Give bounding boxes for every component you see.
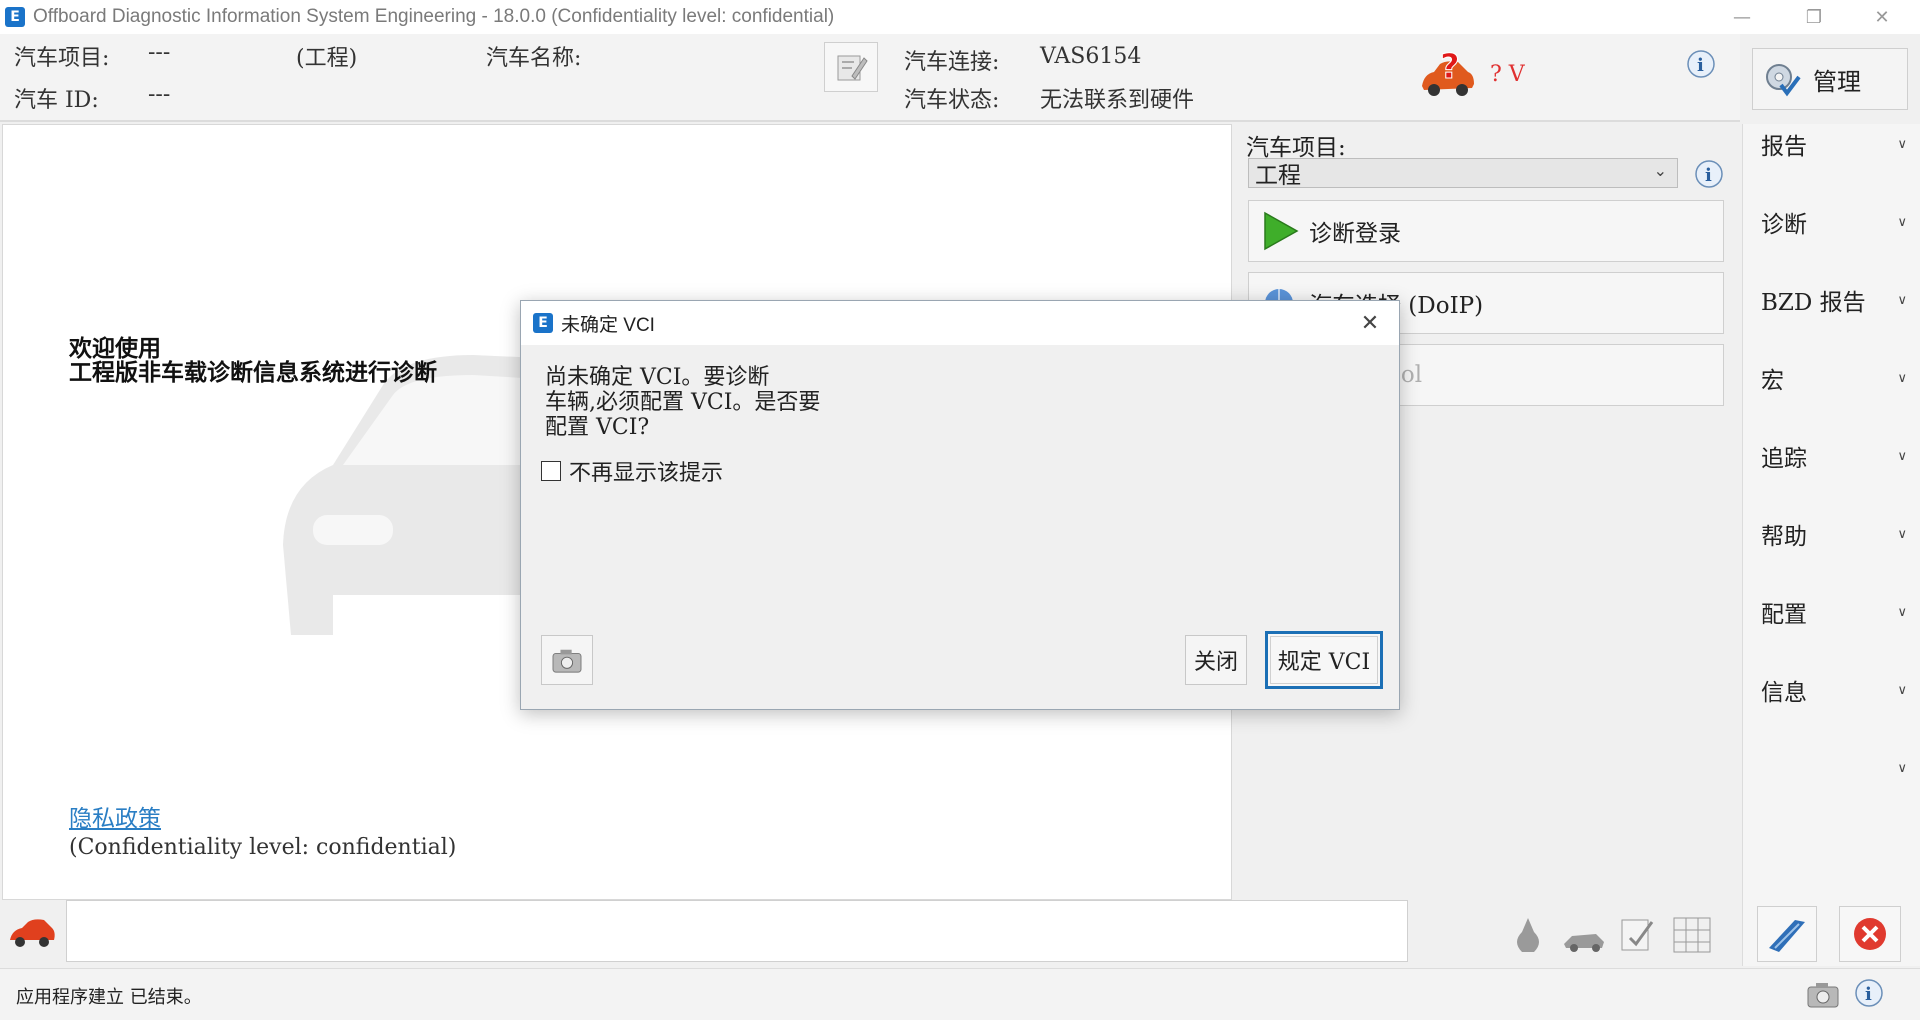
sidebar-item-config[interactable]: 配置 ∨ <box>1743 592 1920 632</box>
title-bar: E Offboard Diagnostic Information System… <box>0 0 1920 34</box>
sidebar-item-reports[interactable]: 报告 ∨ <box>1743 124 1920 164</box>
edit-vehicle-button[interactable] <box>824 42 878 92</box>
vehicle-status-value: 无法联系到硬件 <box>1040 88 1195 113</box>
project-select[interactable]: 工程 ⌄ <box>1248 158 1678 189</box>
dialog-message-line: 配置 VCI? <box>545 415 650 440</box>
wrench-icon <box>1769 920 1805 952</box>
status-bar: 应用程序建立 已结束。 i <box>0 968 1920 1020</box>
tools-button[interactable] <box>1757 906 1817 962</box>
dialog-message-line: 尚未确定 VCI。要诊断 <box>545 365 770 390</box>
app-logo-icon: E <box>533 313 553 333</box>
sidebar-item-label: 报告 <box>1761 134 1807 160</box>
dialog-message: 尚未确定 VCI。要诊断 车辆,必须配置 VCI。是否要 配置 VCI? <box>545 365 965 440</box>
dont-show-again-label: 不再显示该提示 <box>569 461 724 486</box>
vehicle-name-label: 汽车名称: <box>486 46 582 71</box>
project-label: 汽车项目: <box>14 46 110 71</box>
command-input[interactable] <box>66 900 1408 962</box>
close-icon[interactable]: ✕ <box>1353 307 1387 339</box>
sidebar-item-diagnosis[interactable]: 诊断 ∨ <box>1743 202 1920 242</box>
screenshot-button[interactable] <box>541 635 593 685</box>
checklist-icon[interactable] <box>1616 912 1660 956</box>
info-icon[interactable]: i <box>1684 48 1718 82</box>
sidebar-item-label: 追踪 <box>1761 446 1807 472</box>
chevron-down-icon: ∨ <box>1897 682 1907 698</box>
chevron-down-icon: ∨ <box>1897 214 1907 230</box>
sidebar-item-bzd-report[interactable]: BZD 报告 ∨ <box>1743 280 1920 320</box>
diagnosis-login-label: 诊断登录 <box>1309 221 1401 247</box>
sidebar-item-label: BZD 报告 <box>1761 290 1866 316</box>
oil-drop-icon[interactable] <box>1508 912 1552 956</box>
camera-icon[interactable] <box>1806 979 1840 1009</box>
app-logo-icon: E <box>5 7 25 27</box>
sidebar-bottom <box>1742 900 1920 966</box>
sidebar-item-macro[interactable]: 宏 ∨ <box>1743 358 1920 398</box>
tow-truck-icon[interactable] <box>1562 912 1606 956</box>
dialog-close-button[interactable]: 关闭 <box>1185 635 1247 685</box>
dialog-title: 未确定 VCI <box>561 314 655 336</box>
vehicle-id-label: 汽车 ID: <box>14 88 99 113</box>
sidebar-item-label: 信息 <box>1761 680 1807 706</box>
chevron-down-icon: ∨ <box>1897 370 1907 386</box>
minimize-icon[interactable]: — <box>1712 0 1772 34</box>
welcome-line-2: 工程版非车载诊断信息系统进行诊断 <box>69 359 437 386</box>
project-type: (工程) <box>296 46 358 71</box>
chevron-down-icon: ∨ <box>1897 136 1907 152</box>
chevron-down-icon: ∨ <box>1897 292 1907 308</box>
chevron-down-icon: ∨ <box>1897 760 1907 776</box>
manage-label: 管理 <box>1813 67 1861 96</box>
sidebar-item-trace[interactable]: 追踪 ∨ <box>1743 436 1920 476</box>
connection-label: 汽车连接: <box>904 50 1000 75</box>
camera-icon <box>552 649 582 673</box>
window-title: Offboard Diagnostic Information System E… <box>33 6 835 27</box>
sidebar-item-label: 帮助 <box>1761 524 1807 550</box>
dont-show-again-checkbox[interactable] <box>541 461 561 481</box>
sidebar-item-empty[interactable]: ∨ <box>1743 748 1920 788</box>
info-icon[interactable]: i <box>1692 158 1726 192</box>
sidebar: 报告 ∨ 诊断 ∨ BZD 报告 ∨ 宏 ∨ 追踪 ∨ 帮助 ∨ 配置 ∨ 信息… <box>1742 124 1920 900</box>
confidentiality-text: (Confidentiality level: confidential) <box>69 835 457 860</box>
sidebar-item-label: 诊断 <box>1761 212 1807 238</box>
svg-text:i: i <box>1865 984 1872 1005</box>
grid-table-icon[interactable] <box>1670 912 1714 956</box>
exit-button[interactable] <box>1839 906 1901 962</box>
voltage-value: ? V <box>1490 62 1525 87</box>
sidebar-item-help[interactable]: 帮助 ∨ <box>1743 514 1920 554</box>
vci-not-set-dialog: E 未确定 VCI ✕ 尚未确定 VCI。要诊断 车辆,必须配置 VCI。是否要… <box>520 300 1400 710</box>
dont-show-again-row[interactable]: 不再显示该提示 <box>541 455 723 487</box>
sidebar-item-label: 宏 <box>1761 368 1784 394</box>
chevron-down-icon: ∨ <box>1897 604 1907 620</box>
vehicle-status-label: 汽车状态: <box>904 88 1000 113</box>
unknown-vehicle-icon: ? <box>1422 48 1474 96</box>
status-text: 应用程序建立 已结束。 <box>16 987 202 1008</box>
svg-text:i: i <box>1697 55 1704 76</box>
exit-x-icon <box>1854 918 1886 950</box>
play-icon <box>1264 211 1299 251</box>
dialog-title-bar: E 未确定 VCI ✕ <box>521 301 1399 345</box>
vehicle-header: 汽车项目: --- (工程) 汽车名称: 汽车 ID: --- 汽车连接: VA… <box>0 34 1740 122</box>
privacy-policy-link[interactable]: 隐私政策 <box>69 799 161 833</box>
svg-text:i: i <box>1705 165 1712 186</box>
chevron-down-icon: ∨ <box>1897 526 1907 542</box>
close-window-icon[interactable]: ✕ <box>1852 0 1912 34</box>
vehicle-id-value: --- <box>148 82 171 107</box>
project-select-value: 工程 <box>1255 163 1301 189</box>
info-icon[interactable]: i <box>1852 977 1886 1011</box>
svg-text:?: ? <box>1440 48 1460 87</box>
project-value: --- <box>148 40 171 65</box>
red-car-icon <box>10 919 55 947</box>
edit-note-icon <box>837 55 868 81</box>
chevron-down-icon: ∨ <box>1897 448 1907 464</box>
manage-button[interactable]: 管理 <box>1752 48 1908 110</box>
chevron-down-icon: ⌄ <box>1653 161 1667 180</box>
bottom-toolbar <box>0 900 1740 966</box>
dialog-message-line: 车辆,必须配置 VCI。是否要 <box>545 390 821 415</box>
restore-icon[interactable]: ❐ <box>1784 0 1844 34</box>
connection-value: VAS6154 <box>1040 44 1142 69</box>
diagnosis-login-button[interactable]: 诊断登录 <box>1248 200 1724 262</box>
sidebar-item-info[interactable]: 信息 ∨ <box>1743 670 1920 710</box>
settings-check-icon <box>1766 64 1801 97</box>
sidebar-item-label: 配置 <box>1761 602 1807 628</box>
configure-vci-button[interactable]: 规定 VCI <box>1265 631 1383 689</box>
